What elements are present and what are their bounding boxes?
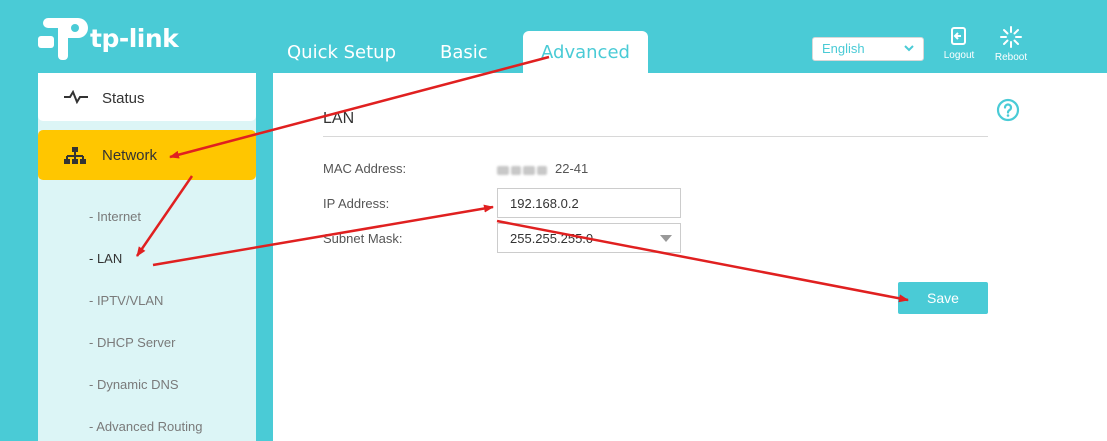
reboot-label: Reboot — [994, 52, 1028, 63]
sidebar-item-network-label: Network — [102, 147, 158, 164]
mac-address-label: MAC Address: — [323, 161, 407, 176]
tab-advanced[interactable]: Advanced — [523, 31, 648, 73]
sidebar-sub-advanced-routing[interactable]: - Advanced Routing — [89, 419, 202, 434]
tp-link-logo-mark — [38, 18, 88, 60]
brand-name: tp-link — [90, 24, 179, 53]
language-select[interactable]: English — [812, 37, 924, 61]
sidebar-sub-dhcp-server[interactable]: - DHCP Server — [89, 335, 175, 350]
subnet-mask-select[interactable]: 255.255.255.0 — [497, 223, 681, 253]
language-value: English — [822, 41, 865, 56]
logout-icon — [951, 27, 966, 45]
sidebar-item-status[interactable]: Status — [38, 73, 256, 121]
sidebar-sub-lan[interactable]: - LAN — [89, 251, 122, 266]
tab-quick-setup[interactable]: Quick Setup — [287, 42, 396, 63]
sidebar-sub-internet[interactable]: - Internet — [89, 209, 141, 224]
sidebar-sub-iptv-vlan[interactable]: - IPTV/VLAN — [89, 293, 163, 308]
mac-address-value: 22-41 — [555, 161, 589, 176]
sidebar-item-status-label: Status — [102, 90, 145, 107]
sidebar-item-network[interactable]: Network — [38, 130, 256, 180]
ip-address-input[interactable]: 192.168.0.2 — [497, 188, 681, 218]
help-icon[interactable] — [996, 98, 1020, 122]
dropdown-arrow-icon — [660, 235, 672, 242]
chevron-down-icon — [904, 45, 914, 52]
sidebar-sub-dynamic-dns[interactable]: - Dynamic DNS — [89, 377, 179, 392]
page-title: LAN — [323, 110, 355, 127]
reboot-icon — [1000, 26, 1022, 48]
subnet-mask-label: Subnet Mask: — [323, 231, 403, 246]
reboot-button[interactable]: Reboot — [987, 26, 1035, 63]
title-divider — [323, 136, 988, 137]
logout-label: Logout — [943, 50, 975, 61]
mac-address-redacted — [497, 162, 555, 175]
activity-icon — [64, 90, 88, 104]
network-icon — [64, 147, 86, 164]
save-button[interactable]: Save — [898, 282, 988, 314]
main-panel — [273, 73, 1107, 441]
subnet-mask-value: 255.255.255.0 — [510, 231, 594, 246]
ip-address-label: IP Address: — [323, 196, 390, 211]
tab-basic[interactable]: Basic — [440, 42, 488, 63]
logout-button[interactable]: Logout — [935, 26, 983, 61]
